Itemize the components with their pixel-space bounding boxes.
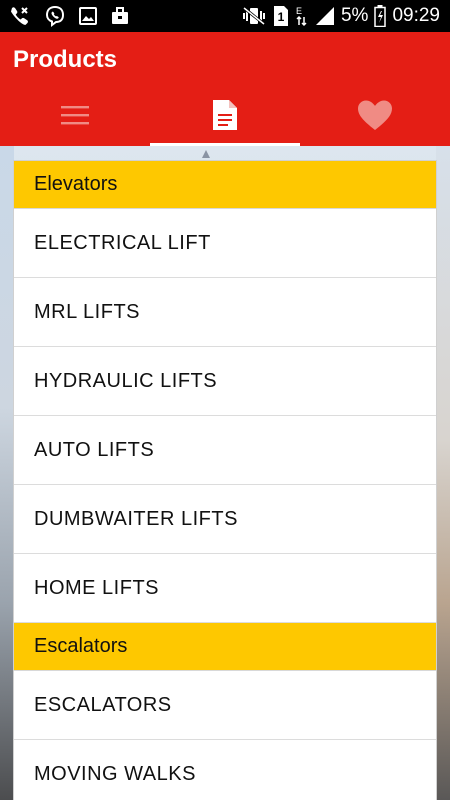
battery-icon [374,5,387,27]
document-icon [211,98,239,137]
background-image-right [436,146,450,800]
tab-menu[interactable] [0,88,150,146]
gallery-icon [78,6,98,26]
viber-icon [44,5,66,27]
sim-icon: 1 [273,5,289,27]
clock: 09:29 [392,5,440,26]
list-item[interactable]: MOVING WALKS [14,740,436,800]
content-area[interactable]: Elevators ELECTRICAL LIFT MRL LIFTS HYDR… [0,146,450,800]
briefcase-icon [110,6,130,26]
phone-wifi-icon [8,5,32,27]
page-title: Products [13,46,118,73]
menu-icon [60,103,90,132]
list-item[interactable]: ELECTRICAL LIFT [14,209,436,278]
list-item[interactable]: HYDRAULIC LIFTS [14,347,436,416]
tab-bar [0,88,450,146]
section-header-escalators: Escalators [14,623,436,671]
svg-text:1: 1 [278,10,285,24]
network-e-icon: E [295,5,309,27]
svg-text:E: E [296,6,302,16]
tab-products[interactable] [150,88,300,146]
battery-percent: 5% [340,5,369,26]
tab-favorites[interactable] [300,88,450,146]
product-list: Elevators ELECTRICAL LIFT MRL LIFTS HYDR… [13,160,437,800]
background-image-left [0,146,14,800]
list-item[interactable]: AUTO LIFTS [14,416,436,485]
app-bar: Products [0,32,450,146]
list-item[interactable]: MRL LIFTS [14,278,436,347]
heart-icon [357,99,393,136]
section-header-elevators: Elevators [14,161,436,209]
list-item[interactable]: DUMBWAITER LIFTS [14,485,436,554]
list-item[interactable]: ESCALATORS [14,671,436,740]
vibrate-mute-icon [241,6,267,26]
list-item[interactable]: HOME LIFTS [14,554,436,623]
background-decoration [202,150,210,158]
status-bar: 1 E 5% 09:29 [0,0,450,32]
signal-icon [315,6,335,26]
